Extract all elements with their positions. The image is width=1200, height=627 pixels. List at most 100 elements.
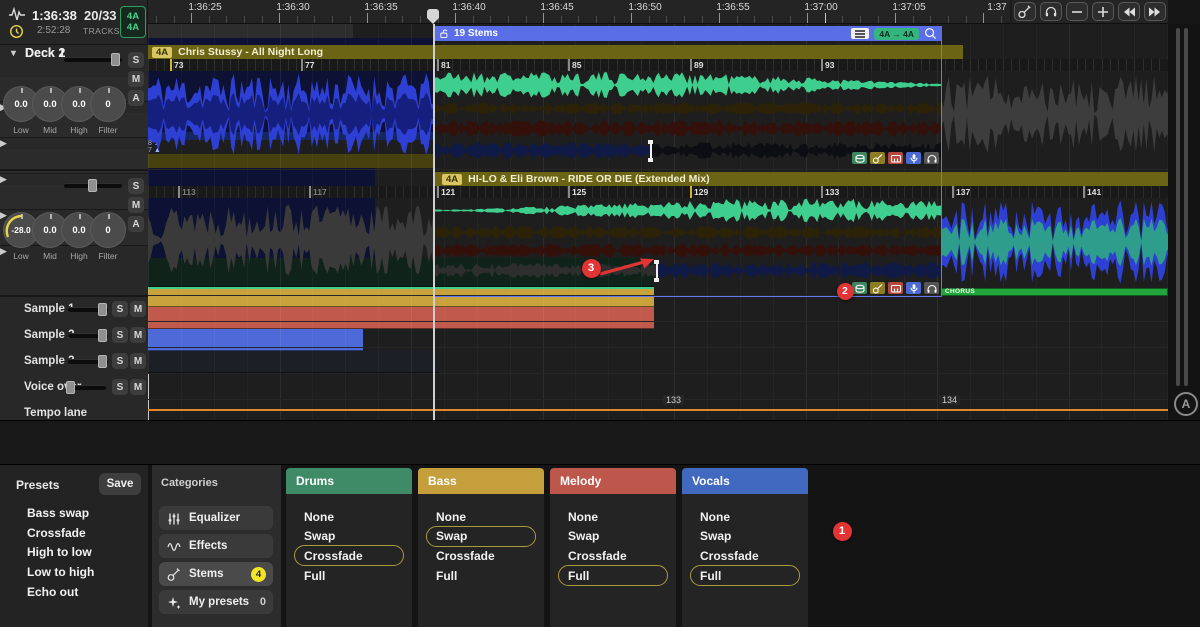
drums-option-crossfade[interactable]: Crossfade xyxy=(294,545,404,566)
lane-volume-slider[interactable] xyxy=(66,385,106,390)
track2-dim-waveform[interactable] xyxy=(148,198,433,282)
chevron-down-icon[interactable]: ▼ xyxy=(9,48,18,58)
monitor-stem-icon-t2[interactable] xyxy=(924,282,939,294)
knob-filter[interactable]: 0 xyxy=(90,212,126,248)
bass-stem-icon-t1[interactable] xyxy=(870,152,885,164)
deck-s-button[interactable]: S xyxy=(128,52,144,68)
timeline-ruler[interactable]: 1:36:251:36:301:36:351:36:401:36:451:36:… xyxy=(148,0,1010,24)
rewind-button[interactable] xyxy=(1118,2,1140,21)
melody-option-full[interactable]: Full xyxy=(558,565,668,586)
bass-option-crossfade[interactable]: Crossfade xyxy=(426,545,536,566)
bass-stem-icon-t2[interactable] xyxy=(870,282,885,294)
category-stems[interactable]: Stems4 xyxy=(159,562,273,586)
deck-m-button[interactable]: M xyxy=(128,197,144,213)
headphones-button[interactable] xyxy=(1040,2,1062,21)
drums-option-full[interactable]: Full xyxy=(294,565,404,586)
track1-title-bar[interactable]: 4AChris Stussy - All Night Long xyxy=(148,45,963,59)
drums-option-none[interactable]: None xyxy=(294,506,404,527)
melody-option-crossfade[interactable]: Crossfade xyxy=(558,545,668,566)
bass-option-swap[interactable]: Swap xyxy=(426,526,536,547)
chorus-section-label[interactable]: CHORUS xyxy=(941,288,1168,296)
stems-list-button[interactable] xyxy=(851,28,869,39)
slider-thumb[interactable] xyxy=(98,329,107,342)
lane-row-voice-over[interactable] xyxy=(0,185,148,210)
stems-panel-header[interactable]: 19 Stems 4A → 4A xyxy=(434,26,942,41)
preset-item-bass-swap[interactable]: Bass swap xyxy=(27,506,89,520)
track1-bass-stem[interactable] xyxy=(148,289,654,307)
lane-m-button[interactable]: M xyxy=(130,379,146,395)
lane-s-button[interactable]: S xyxy=(112,327,128,343)
deck-s-button[interactable]: S xyxy=(128,178,144,194)
slider-thumb[interactable] xyxy=(66,381,75,394)
track1-dim-waveform[interactable] xyxy=(941,71,1168,157)
fast-forward-button[interactable] xyxy=(1144,2,1166,21)
deck-volume-slider[interactable] xyxy=(64,57,122,62)
vocals-stem-icon-t1[interactable] xyxy=(906,152,921,164)
slider-thumb[interactable] xyxy=(98,355,107,368)
slider-thumb[interactable] xyxy=(111,53,120,66)
deck-header-2[interactable]: ▼Deck 2 xyxy=(0,61,126,77)
track1-melody-stem[interactable] xyxy=(148,307,654,329)
vocals-split-marker[interactable] xyxy=(650,140,652,162)
lane-volume-slider[interactable] xyxy=(68,333,108,338)
preset-item-echo-out[interactable]: Echo out xyxy=(27,585,78,599)
lane-volume-slider[interactable] xyxy=(68,359,108,364)
zoom-out-button[interactable] xyxy=(1066,2,1088,21)
track2-vocals-stem-active-waveform[interactable] xyxy=(656,260,941,281)
tempo-automation-line[interactable] xyxy=(148,409,1168,411)
track2-drums-stem-waveform[interactable] xyxy=(435,198,941,223)
category-effects[interactable]: Effects xyxy=(159,534,273,558)
knob-filter[interactable]: 0 xyxy=(90,86,126,122)
bass-option-full[interactable]: Full xyxy=(426,565,536,586)
track2-melody-stem-waveform[interactable] xyxy=(435,242,941,259)
preset-item-low-to-high[interactable]: Low to high xyxy=(27,565,94,579)
preset-item-high-to-low[interactable]: High to low xyxy=(27,545,92,559)
slider-thumb[interactable] xyxy=(98,303,107,316)
lane-s-button[interactable]: S xyxy=(112,379,128,395)
chevron-right-icon[interactable]: ▶ xyxy=(0,138,148,149)
track1-vocals-stem-active-waveform[interactable] xyxy=(435,140,650,161)
deck-a-button[interactable]: A xyxy=(128,216,144,232)
vocals-split-marker-2[interactable] xyxy=(656,260,658,282)
lane-s-button[interactable]: S xyxy=(112,353,128,369)
vocals-option-crossfade[interactable]: Crossfade xyxy=(690,545,800,566)
track1-melody-stem-waveform[interactable] xyxy=(435,118,941,139)
vocals-option-none[interactable]: None xyxy=(690,506,800,527)
drums-stem-icon-t1[interactable] xyxy=(852,152,867,164)
zoom-in-button[interactable] xyxy=(1092,2,1114,21)
melody-stem-icon-t1[interactable] xyxy=(888,152,903,164)
vertical-scrollbar-2[interactable] xyxy=(1184,28,1188,386)
melody-stem-icon-t2[interactable] xyxy=(888,282,903,294)
deck-a-button[interactable]: A xyxy=(128,90,144,106)
lane-m-button[interactable]: M xyxy=(130,301,146,317)
track2-title-bar[interactable]: 4AHI-LO & Eli Brown - RIDE OR DIE (Exten… xyxy=(434,172,1168,186)
vocals-option-swap[interactable]: Swap xyxy=(690,526,800,547)
melody-option-none[interactable]: None xyxy=(558,506,668,527)
melody-option-swap[interactable]: Swap xyxy=(558,526,668,547)
next-clip-title-bar[interactable] xyxy=(148,24,353,38)
track2-waveform[interactable] xyxy=(941,198,1168,286)
vertical-scrollbar[interactable] xyxy=(1176,28,1180,386)
playhead[interactable] xyxy=(433,24,435,420)
track2-bass-stem-waveform[interactable] xyxy=(435,224,941,241)
preset-item-crossfade[interactable]: Crossfade xyxy=(27,526,86,540)
slider-thumb[interactable] xyxy=(88,179,97,192)
vocals-stem-icon-t2[interactable] xyxy=(906,282,921,294)
category-my-presets[interactable]: My presets0 xyxy=(159,590,273,614)
deck-m-button[interactable]: M xyxy=(128,71,144,87)
monitor-stem-icon-t1[interactable] xyxy=(924,152,939,164)
bass-option-none[interactable]: None xyxy=(426,506,536,527)
category-equalizer[interactable]: Equalizer xyxy=(159,506,273,530)
stems-tool-button[interactable] xyxy=(1014,2,1036,21)
arrangement-area[interactable]: 19 Stems 4A → 4A 4AChris Stussy - All Ni… xyxy=(148,24,1168,420)
track1-vocals-stem-muted[interactable] xyxy=(148,351,439,373)
deck-volume-slider[interactable] xyxy=(64,183,122,188)
track1-drums-stem-waveform[interactable] xyxy=(435,71,941,99)
drums-option-swap[interactable]: Swap xyxy=(294,526,404,547)
vocals-option-full[interactable]: Full xyxy=(690,565,800,586)
lane-volume-slider[interactable] xyxy=(68,307,108,312)
drums-stem-icon-t2[interactable] xyxy=(852,282,867,294)
lane-m-button[interactable]: M xyxy=(130,353,146,369)
save-preset-button[interactable]: Save xyxy=(99,473,141,495)
lane-m-button[interactable]: M xyxy=(130,327,146,343)
